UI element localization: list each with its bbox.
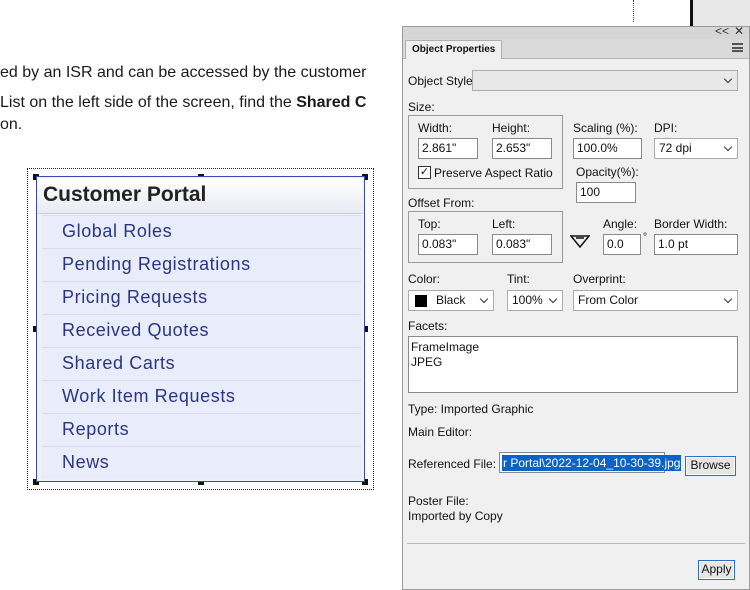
portal-item-label: Global Roles	[62, 221, 173, 241]
object-style-dropdown[interactable]	[472, 70, 738, 91]
offset-from-label: Offset From:	[408, 196, 475, 210]
tint-label: Tint:	[507, 272, 530, 286]
page-margin-guide	[633, 0, 634, 22]
angle-label: Angle:	[603, 217, 638, 231]
left-label: Left:	[492, 217, 516, 231]
doc-text-line-3: on.	[0, 116, 23, 133]
portal-item-pending-registrations: Pending Registrations	[42, 248, 361, 281]
portal-item-received-quotes: Received Quotes	[42, 314, 361, 347]
portal-item-global-roles: Global Roles	[42, 215, 361, 248]
portal-item-reports: Reports	[42, 413, 361, 446]
portal-item-label: Received Quotes	[62, 320, 210, 340]
chevron-down-icon	[723, 294, 733, 304]
apply-button[interactable]: Apply	[698, 560, 735, 580]
opacity-field[interactable]: 100	[576, 182, 636, 203]
doc-text-line-1: ed by an ISR and can be accessed by the …	[0, 64, 367, 81]
dpi-dropdown[interactable]: 72 dpi	[654, 138, 738, 159]
facet-item: JPEG	[411, 355, 443, 369]
referenced-file-label: Referenced File:	[408, 457, 497, 471]
panel-separator	[407, 543, 745, 544]
color-label: Color:	[408, 272, 441, 286]
size-label: Size:	[408, 100, 435, 114]
chevron-down-icon	[479, 294, 489, 304]
panel-tabstrip: Object Properties	[403, 39, 749, 59]
tab-object-properties[interactable]: Object Properties	[405, 40, 503, 59]
portal-item-label: Work Item Requests	[62, 386, 236, 406]
portal-header: Customer Portal	[38, 178, 363, 214]
left-offset-field[interactable]: 0.083"	[492, 234, 552, 255]
color-dropdown[interactable]: Black	[408, 290, 494, 311]
tint-value: 100%	[512, 293, 543, 307]
close-panel-button[interactable]: ✕	[734, 24, 744, 38]
overprint-label: Overprint:	[573, 272, 626, 286]
border-width-field[interactable]: 1.0 pt	[654, 234, 738, 255]
doc-text-line-2-bold: Shared C	[296, 94, 367, 111]
scaling-label: Scaling (%):	[573, 121, 638, 135]
preserve-aspect-label: Preserve Aspect Ratio	[434, 166, 553, 180]
width-field[interactable]: 2.861"	[418, 138, 478, 159]
scaling-field[interactable]: 100.0%	[573, 138, 642, 159]
object-style-label: Object Style:	[408, 74, 477, 88]
object-properties-panel: << ✕ Object Properties Object Style: Siz…	[402, 24, 750, 590]
overprint-value: From Color	[578, 293, 639, 307]
chevron-down-icon	[723, 142, 733, 152]
height-label: Height:	[492, 121, 531, 135]
color-swatch	[415, 295, 427, 307]
top-offset-field[interactable]: 0.083"	[418, 234, 478, 255]
opacity-label: Opacity(%):	[576, 165, 639, 179]
portal-item-news: News	[42, 446, 361, 479]
portal-item-pricing-requests: Pricing Requests	[42, 281, 361, 314]
doc-text-line-2-plain: List on the left side of the screen, fin…	[0, 94, 297, 111]
portal-item-label: Reports	[62, 419, 130, 439]
portal-item-label: Pricing Requests	[62, 287, 208, 307]
preserve-aspect-checkbox[interactable]: ✓	[418, 166, 431, 179]
browse-button[interactable]: Browse	[685, 456, 736, 476]
facets-label: Facets:	[408, 319, 448, 333]
doc-text-line-2: List on the left side of the screen, fin…	[0, 94, 366, 112]
referenced-file-field[interactable]: r Portal\2022-12-04_10-30-39.jpg	[499, 452, 682, 473]
dpi-value: 72 dpi	[659, 141, 692, 155]
chevron-down-icon	[548, 294, 558, 304]
portal-item-label: News	[62, 452, 110, 472]
height-field[interactable]: 2.653"	[492, 138, 552, 159]
portal-item-label: Pending Registrations	[62, 254, 251, 274]
portal-item-work-item-requests: Work Item Requests	[42, 380, 361, 413]
angle-icon	[570, 235, 590, 248]
chevron-down-icon	[723, 74, 733, 84]
collapse-panel-button[interactable]: <<	[715, 24, 729, 38]
angle-field[interactable]: 0.0	[603, 234, 641, 255]
imported-graphic[interactable]: Customer Portal Global Roles Pending Reg…	[36, 176, 365, 482]
portal-title: Customer Portal	[43, 183, 207, 206]
panel-titlebar[interactable]: << ✕	[403, 24, 749, 39]
border-width-label: Border Width:	[654, 217, 728, 231]
referenced-file-value: r Portal\2022-12-04_10-30-39.jpg	[502, 455, 682, 471]
tint-dropdown[interactable]: 100%	[507, 290, 563, 311]
type-text: Type: Imported Graphic	[408, 402, 534, 416]
color-value: Black	[436, 293, 466, 307]
degree-symbol: °	[643, 232, 647, 243]
top-label: Top:	[418, 217, 441, 231]
main-editor-label: Main Editor:	[408, 425, 473, 439]
portal-item-shared-carts: Shared Carts	[42, 347, 361, 380]
portal-item-label: Shared Carts	[62, 353, 176, 373]
facet-item: FrameImage	[411, 340, 480, 354]
poster-file-label: Poster File:	[408, 494, 469, 508]
facets-list[interactable]: FrameImage JPEG	[408, 336, 738, 393]
panel-menu-icon[interactable]	[732, 43, 743, 52]
dpi-label: DPI:	[654, 121, 678, 135]
width-label: Width:	[418, 121, 453, 135]
overprint-dropdown[interactable]: From Color	[573, 290, 738, 311]
poster-file-value: Imported by Copy	[408, 509, 503, 523]
